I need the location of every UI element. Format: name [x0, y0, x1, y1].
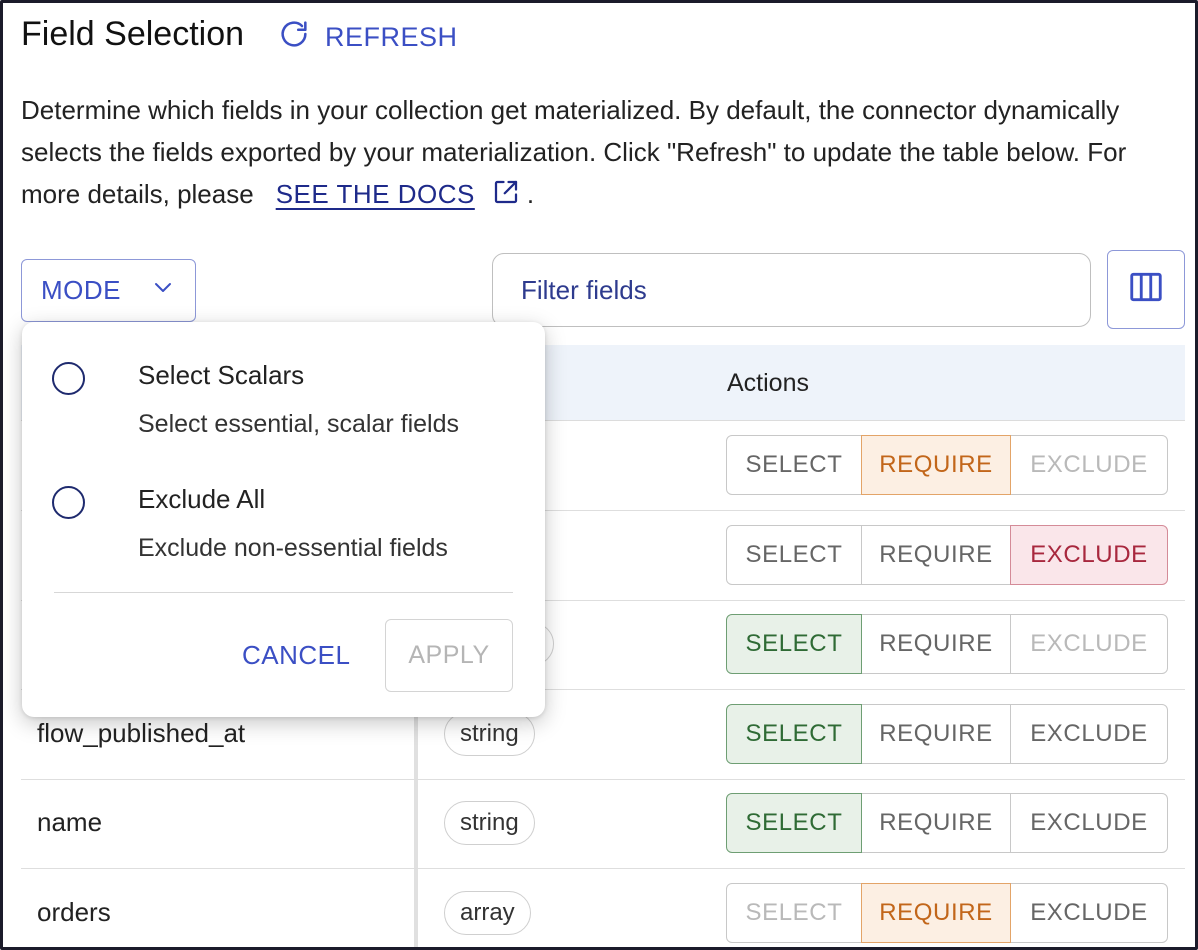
select-button[interactable]: SELECT	[726, 883, 862, 943]
select-button[interactable]: SELECT	[726, 704, 862, 764]
action-toggle-group: SELECT REQUIRE EXCLUDE	[726, 704, 1168, 764]
require-button[interactable]: REQUIRE	[861, 614, 1011, 674]
mode-button[interactable]: MODE	[21, 259, 196, 322]
external-link-icon[interactable]	[491, 177, 521, 219]
require-button[interactable]: REQUIRE	[861, 883, 1011, 943]
chevron-down-icon	[151, 275, 175, 306]
cancel-button[interactable]: CANCEL	[242, 640, 350, 671]
require-button[interactable]: REQUIRE	[861, 435, 1011, 495]
exclude-button[interactable]: EXCLUDE	[1010, 793, 1168, 853]
option-description: Exclude non-essential fields	[138, 534, 448, 562]
option-description: Select essential, scalar fields	[138, 410, 459, 438]
exclude-button[interactable]: EXCLUDE	[1010, 614, 1168, 674]
description: Determine which fields in your collectio…	[21, 89, 1181, 219]
actions-column-header: Actions	[727, 369, 809, 397]
exclude-button[interactable]: EXCLUDE	[1010, 435, 1168, 495]
type-chip: array	[444, 891, 531, 935]
refresh-label: REFRESH	[325, 21, 458, 52]
action-toggle-group: SELECT REQUIRE EXCLUDE	[726, 614, 1168, 674]
field-selection-panel: Field Selection REFRESH Determine which …	[0, 0, 1198, 950]
menu-divider	[54, 592, 513, 593]
columns-icon	[1127, 268, 1165, 311]
radio-button[interactable]	[52, 486, 85, 519]
description-suffix: .	[526, 179, 535, 209]
select-button[interactable]: SELECT	[726, 793, 862, 853]
mode-menu-popover: Select Scalars Select essential, scalar …	[22, 322, 545, 717]
table-row: name string SELECT REQUIRE EXCLUDE	[21, 779, 1185, 869]
action-toggle-group: SELECT REQUIRE EXCLUDE	[726, 793, 1168, 853]
columns-toggle-button[interactable]	[1107, 250, 1185, 329]
select-button[interactable]: SELECT	[726, 525, 862, 585]
field-name: flow_published_at	[37, 718, 246, 748]
select-button[interactable]: SELECT	[726, 435, 862, 495]
refresh-button[interactable]: REFRESH	[277, 17, 458, 57]
docs-link[interactable]: SEE THE DOCS	[276, 179, 475, 209]
radio-button[interactable]	[52, 362, 85, 395]
select-button[interactable]: SELECT	[726, 614, 862, 674]
filter-fields-input[interactable]: Filter fields	[492, 253, 1091, 327]
exclude-button[interactable]: EXCLUDE	[1010, 704, 1168, 764]
type-chip: string	[444, 801, 535, 845]
action-toggle-group: SELECT REQUIRE EXCLUDE	[726, 435, 1168, 495]
option-label: Select Scalars	[138, 360, 305, 390]
apply-button[interactable]: APPLY	[385, 619, 513, 692]
exclude-button[interactable]: EXCLUDE	[1010, 525, 1168, 585]
filter-placeholder: Filter fields	[521, 274, 647, 305]
action-toggle-group: SELECT REQUIRE EXCLUDE	[726, 883, 1168, 943]
require-button[interactable]: REQUIRE	[861, 525, 1011, 585]
require-button[interactable]: REQUIRE	[861, 793, 1011, 853]
table-row: orders array SELECT REQUIRE EXCLUDE	[21, 869, 1185, 947]
field-name: orders	[37, 897, 111, 927]
exclude-button[interactable]: EXCLUDE	[1010, 883, 1168, 943]
type-chip: string	[444, 712, 535, 756]
refresh-icon	[277, 17, 311, 58]
mode-label: MODE	[41, 275, 121, 305]
option-label: Exclude All	[138, 484, 266, 514]
description-text: Determine which fields in your collectio…	[21, 95, 1127, 209]
page-title: Field Selection	[21, 15, 245, 53]
action-toggle-group: SELECT REQUIRE EXCLUDE	[726, 525, 1168, 585]
field-name: name	[37, 807, 103, 837]
require-button[interactable]: REQUIRE	[861, 704, 1011, 764]
